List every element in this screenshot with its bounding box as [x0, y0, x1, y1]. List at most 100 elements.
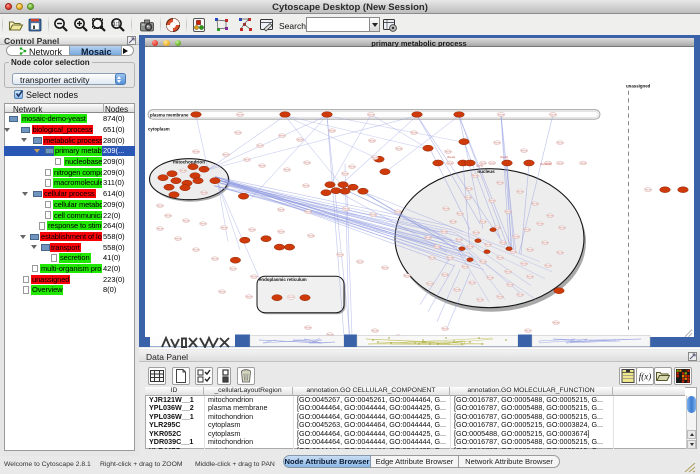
svg-text:Yxx-xx: Yxx-xx [505, 272, 513, 274]
svg-text:Yxx-xx: Yxx-xx [456, 240, 464, 242]
svg-text:Yxx-xx: Yxx-xx [395, 212, 403, 214]
svg-text:Yxx-xx: Yxx-xx [193, 152, 201, 154]
svg-text:Yxx-xx: Yxx-xx [545, 266, 553, 268]
svg-text:Yxx-xx: Yxx-xx [404, 276, 412, 278]
svg-text:Yxx-xx: Yxx-xx [305, 212, 313, 214]
svg-text:Yxx-xx: Yxx-xx [235, 133, 243, 135]
svg-text:(S,exx): (S,exx) [447, 155, 455, 159]
svg-text:Yxx-xx: Yxx-xx [329, 131, 337, 133]
svg-text:Yxx-xx: Yxx-xx [580, 163, 588, 165]
svg-text:f(x): f(x) [639, 372, 652, 382]
svg-text:Yxx-xx: Yxx-xx [278, 210, 286, 212]
svg-text:endoplasmic reticulum: endoplasmic reticulum [259, 277, 307, 282]
svg-text:Yxx-xx: Yxx-xx [557, 253, 565, 255]
svg-text:Yxx-xx: Yxx-xx [537, 224, 545, 226]
svg-text:Yxx-xx: Yxx-xx [411, 133, 419, 135]
svg-text:Yxx-xx: Yxx-xx [557, 143, 565, 145]
svg-text:Yxx-xx: Yxx-xx [308, 236, 316, 238]
svg-text:Yxx-xx: Yxx-xx [180, 171, 188, 173]
svg-text:Yxx-xx: Yxx-xx [221, 228, 229, 230]
svg-text:Yxx-xx: Yxx-xx [457, 214, 465, 216]
svg-text:Yxx-xx: Yxx-xx [443, 209, 451, 211]
svg-text:Yxx-xx: Yxx-xx [445, 152, 453, 154]
svg-text:Yxx-xx: Yxx-xx [157, 229, 165, 231]
svg-text:Yxx-xx: Yxx-xx [450, 222, 458, 224]
svg-text:Yxx-xx: Yxx-xx [343, 209, 351, 211]
svg-text:Yxx-xx: Yxx-xx [244, 160, 252, 162]
svg-text:Yxx-xx: Yxx-xx [557, 163, 565, 165]
svg-text:Yxx-xx: Yxx-xx [550, 115, 558, 117]
svg-text:Yxx-xx: Yxx-xx [485, 245, 493, 247]
svg-text:Yxx-xx: Yxx-xx [349, 167, 357, 169]
svg-text:Yxx-xx: Yxx-xx [237, 115, 245, 117]
svg-text:Yxx-xx: Yxx-xx [442, 275, 450, 277]
svg-text:1:1: 1:1 [113, 22, 121, 28]
svg-text:Yxx-xx: Yxx-xx [369, 141, 377, 143]
svg-text:Yxx-xx: Yxx-xx [284, 170, 292, 172]
svg-text:Yxx-xx: Yxx-xx [200, 224, 208, 226]
svg-text:Yxx-xx: Yxx-xx [251, 277, 259, 279]
svg-text:Yxx-xx: Yxx-xx [429, 258, 437, 260]
svg-text:Yxx-xx: Yxx-xx [462, 267, 470, 269]
svg-text:Yxx-xx: Yxx-xx [447, 258, 455, 260]
svg-text:Yxx-xx: Yxx-xx [425, 238, 433, 240]
svg-text:(S,ex): (S,ex) [476, 164, 483, 168]
svg-text:Yxx-xx: Yxx-xx [157, 206, 165, 208]
svg-text:Yxx-xx: Yxx-xx [553, 323, 561, 325]
svg-text:Yxx-xx: Yxx-xx [454, 290, 462, 292]
svg-text:plasma membrane: plasma membrane [150, 113, 189, 118]
svg-text:Yxx-xx: Yxx-xx [521, 264, 529, 266]
svg-text:Yxx-xx: Yxx-xx [473, 233, 481, 235]
svg-text:Yxx-xx: Yxx-xx [517, 295, 525, 297]
svg-text:Yxx-xx: Yxx-xx [524, 230, 532, 232]
svg-text:Yxx-xx: Yxx-xx [447, 163, 455, 165]
svg-text:Yxx-xx: Yxx-xx [382, 268, 390, 270]
svg-text:Yxx-xx: Yxx-xx [489, 201, 497, 203]
svg-text:Yxx-xx: Yxx-xx [279, 136, 287, 138]
svg-text:Yxx-xx: Yxx-xx [497, 297, 505, 299]
svg-text:Yxx-xx: Yxx-xx [497, 258, 505, 260]
svg-text:Yxx-xx: Yxx-xx [517, 192, 525, 194]
svg-text:Yxx-xx: Yxx-xx [304, 163, 312, 165]
svg-text:Yxx-xx: Yxx-xx [466, 189, 474, 191]
svg-text:Yxx-xx: Yxx-xx [559, 228, 567, 230]
svg-text:Yxx-xx: Yxx-xx [297, 140, 305, 142]
svg-text:nucleus: nucleus [477, 169, 495, 174]
svg-text:Yxx-xx: Yxx-xx [165, 216, 173, 218]
svg-text:Yxx-xx: Yxx-xx [257, 146, 265, 148]
svg-text:Yxx-xx: Yxx-xx [513, 237, 521, 239]
svg-text:Yxx-xx: Yxx-xx [498, 115, 506, 117]
svg-text:Yxx-xx: Yxx-xx [230, 269, 238, 271]
svg-text:mitochondrion: mitochondrion [173, 160, 205, 165]
svg-text:Yxx-xx: Yxx-xx [510, 252, 518, 254]
svg-text:Yxx-xx: Yxx-xx [500, 243, 508, 245]
svg-text:Yxx-xx: Yxx-xx [396, 149, 404, 151]
svg-text:(S,exx): (S,exx) [500, 155, 508, 159]
svg-text:Yxx-xx: Yxx-xx [303, 186, 311, 188]
svg-text:Yxx-xx: Yxx-xx [521, 151, 529, 153]
svg-text:Yxx-xx: Yxx-xx [480, 262, 488, 264]
svg-text:Yxx-xx: Yxx-xx [357, 262, 365, 264]
svg-text:Yxx-xx: Yxx-xx [259, 166, 267, 168]
svg-text:Yxx-xx: Yxx-xx [183, 221, 191, 223]
svg-text:Yxx-xx: Yxx-xx [427, 284, 435, 286]
svg-text:Yxx-xx: Yxx-xx [645, 190, 653, 192]
svg-text:Yxx-xx: Yxx-xx [480, 222, 488, 224]
svg-text:Yxx-xx: Yxx-xx [465, 198, 473, 200]
svg-text:Yxx-xx: Yxx-xx [497, 183, 505, 185]
svg-text:Yxx-xx: Yxx-xx [542, 243, 550, 245]
svg-text:Yxx-xx: Yxx-xx [494, 143, 502, 145]
svg-text:Yxx-xx: Yxx-xx [505, 212, 513, 214]
svg-text:Yxx-xx: Yxx-xx [219, 292, 227, 294]
svg-text:Yxx-xx: Yxx-xx [288, 297, 296, 299]
svg-text:Yxx-xx: Yxx-xx [547, 216, 555, 218]
svg-text:Yxx-xx: Yxx-xx [370, 215, 378, 217]
svg-text:unassigned: unassigned [626, 84, 651, 89]
svg-text:Yxx-xx: Yxx-xx [246, 297, 254, 299]
svg-text:Yxx-xx: Yxx-xx [472, 176, 480, 178]
svg-text:Yxx-xx: Yxx-xx [193, 250, 201, 252]
svg-text:Yxx-xx: Yxx-xx [175, 239, 183, 241]
svg-text:Yxx-xx: Yxx-xx [278, 232, 286, 234]
svg-text:Yxx-xx: Yxx-xx [337, 255, 345, 257]
svg-text:Yxx-xx: Yxx-xx [532, 204, 540, 206]
